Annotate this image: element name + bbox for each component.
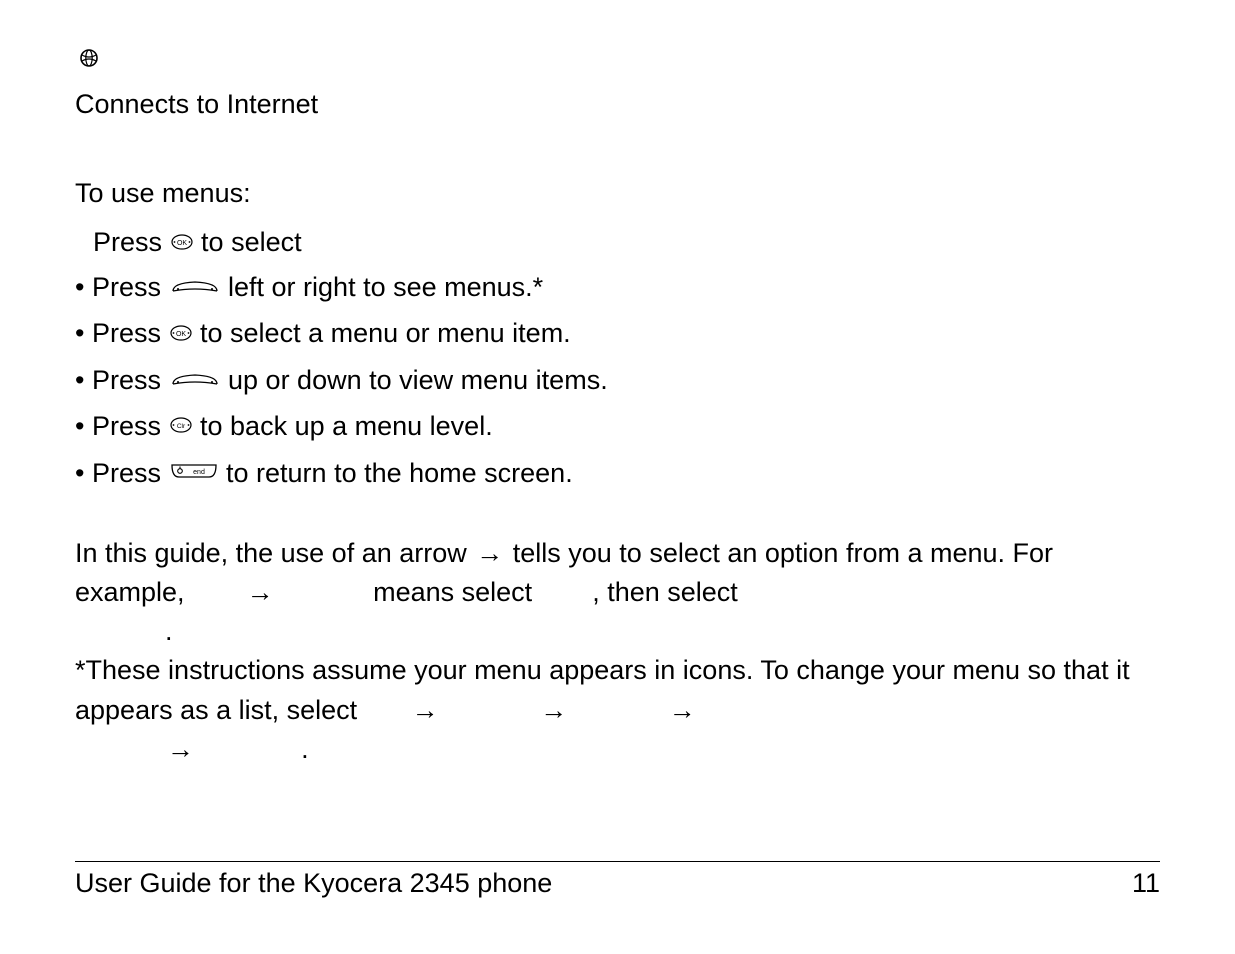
guide-paragraph: In this guide, the use of an arrow → tel… bbox=[75, 534, 1160, 651]
end-button-icon: end bbox=[169, 453, 219, 492]
text: to return to the home screen. bbox=[226, 458, 573, 488]
text: up or down to view menu items. bbox=[228, 365, 608, 395]
text: Press bbox=[92, 411, 169, 441]
text: to select a menu or menu item. bbox=[200, 318, 571, 348]
step-press-ok-select: Press OK to select bbox=[75, 223, 1160, 263]
arrow-icon: → bbox=[667, 695, 698, 725]
text: Press bbox=[92, 458, 169, 488]
ok-button-icon: OK bbox=[169, 314, 193, 353]
footer-title: User Guide for the Kyocera 2345 phone bbox=[75, 868, 552, 899]
list-item: Press Clr to back up a menu level. bbox=[75, 407, 1160, 447]
text: , then select bbox=[592, 577, 738, 607]
list-item: Press up or down to view menu items. bbox=[75, 361, 1160, 401]
list-item: Press end to return to the home screen. bbox=[75, 454, 1160, 494]
globe-icon bbox=[79, 40, 1160, 79]
text: Press bbox=[92, 272, 169, 302]
text: . bbox=[165, 616, 173, 646]
footnote-paragraph: *These instructions assume your menu app… bbox=[75, 651, 1160, 768]
clr-button-icon: Clr bbox=[169, 406, 193, 445]
arrow-icon: → bbox=[538, 695, 569, 725]
svg-text:Clr: Clr bbox=[176, 423, 185, 430]
arrow-icon: → bbox=[245, 577, 276, 607]
arrow-icon: → bbox=[165, 734, 196, 764]
text: *These instructions assume your menu app… bbox=[75, 655, 1130, 724]
text: means select bbox=[366, 577, 540, 607]
connects-label: Connects to Internet bbox=[75, 85, 1160, 124]
page-number: 11 bbox=[1132, 868, 1160, 899]
section-title: To use menus: bbox=[75, 174, 1160, 213]
text: Press bbox=[92, 365, 169, 395]
arrow-icon: → bbox=[410, 695, 441, 725]
text: . bbox=[301, 734, 309, 764]
page-content: Connects to Internet To use menus: Press… bbox=[0, 0, 1235, 769]
instruction-list: Press left or right to see menus.* Press… bbox=[75, 268, 1160, 494]
text: In this guide, the use of an arrow bbox=[75, 538, 474, 568]
list-item: Press OK to select a menu or menu item. bbox=[75, 314, 1160, 354]
ok-button-icon: OK bbox=[170, 223, 194, 262]
page-footer: User Guide for the Kyocera 2345 phone 11 bbox=[75, 861, 1160, 899]
nav-key-icon bbox=[169, 267, 221, 306]
arrow-icon: → bbox=[474, 538, 505, 568]
list-item: Press left or right to see menus.* bbox=[75, 268, 1160, 308]
svg-text:end: end bbox=[193, 469, 205, 476]
text: to back up a menu level. bbox=[200, 411, 493, 441]
text: left or right to see menus.* bbox=[228, 272, 543, 302]
svg-text:OK: OK bbox=[176, 240, 186, 247]
svg-text:OK: OK bbox=[175, 331, 185, 338]
text: to select bbox=[201, 227, 302, 257]
text: Press bbox=[92, 318, 169, 348]
nav-key-icon bbox=[169, 360, 221, 399]
text: Press bbox=[93, 227, 170, 257]
